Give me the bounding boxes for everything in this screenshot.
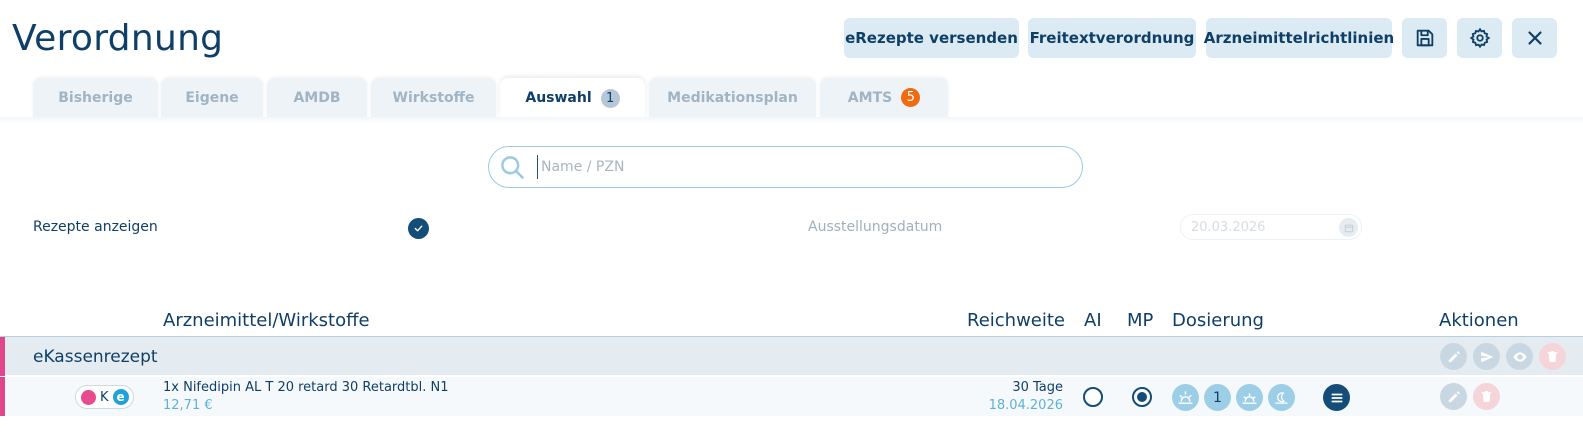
tab-medikationsplan[interactable]: Medikationsplan <box>649 78 816 117</box>
tab-amdb[interactable]: AMDB <box>267 78 367 117</box>
dosage-noon-value: 1 <box>1213 389 1222 406</box>
show-prescriptions-checkbox[interactable] <box>408 218 429 239</box>
dosage-noon-button[interactable]: 1 <box>1204 384 1231 411</box>
column-header-mp: MP <box>1127 310 1154 331</box>
column-header-ai: AI <box>1084 310 1102 331</box>
settings-button[interactable] <box>1457 18 1502 58</box>
dosage-morning-button[interactable] <box>1172 384 1199 411</box>
reach-date: 18.04.2026 <box>988 398 1063 413</box>
row-accent-stripe <box>0 377 5 416</box>
tab-wirkstoffe[interactable]: Wirkstoffe <box>371 78 496 117</box>
trash-icon <box>1481 391 1492 402</box>
search-icon <box>501 156 524 179</box>
group-header-row[interactable]: eKassenrezept <box>0 336 1583 376</box>
issue-date-field[interactable]: 20.03.2026 <box>1180 214 1362 240</box>
issue-date-value: 20.03.2026 <box>1191 219 1266 235</box>
tab-label: Medikationsplan <box>667 89 798 106</box>
warning-count-badge: 5 <box>901 88 921 107</box>
search-box[interactable] <box>488 146 1083 188</box>
close-button[interactable] <box>1512 18 1557 58</box>
group-preview-button[interactable] <box>1506 343 1533 370</box>
richtlinien-button[interactable]: Arzneimittelrichtlinien <box>1204 18 1394 58</box>
save-icon <box>1416 29 1433 47</box>
ai-radio[interactable] <box>1083 387 1103 407</box>
save-button[interactable] <box>1402 18 1447 58</box>
moon-icon <box>1275 392 1288 404</box>
row-delete-button[interactable] <box>1473 383 1500 410</box>
tab-amts[interactable]: AMTS 5 <box>820 78 948 117</box>
group-edit-button[interactable] <box>1440 343 1467 370</box>
tab-label: Wirkstoffe <box>392 89 475 106</box>
table-row[interactable]: K e 1x Nifedipin AL T 20 retard 30 Retar… <box>0 377 1583 416</box>
column-header-actions: Aktionen <box>1439 310 1519 331</box>
column-header-reach: Reichweite <box>967 310 1066 331</box>
tab-label: AMDB <box>293 89 341 106</box>
sunrise-icon <box>1178 391 1193 404</box>
eye-icon <box>1512 351 1527 362</box>
column-header-drug: Arzneimittel/Wirkstoffe <box>163 310 370 331</box>
tab-label: Bisherige <box>58 89 133 106</box>
reach-days: 30 Tage <box>1012 380 1063 395</box>
column-header-dosage: Dosierung <box>1172 310 1264 331</box>
close-icon <box>1527 31 1542 45</box>
show-prescriptions-label: Rezepte anzeigen <box>33 219 158 235</box>
row-edit-button[interactable] <box>1440 383 1467 410</box>
pencil-icon <box>1448 350 1460 362</box>
trash-icon <box>1547 351 1558 362</box>
send-icon <box>1480 351 1493 362</box>
pencil-icon <box>1448 390 1460 402</box>
send-erezepte-button[interactable]: eRezepte versenden <box>844 18 1019 58</box>
group-title: eKassenrezept <box>33 347 158 367</box>
drug-price: 12,71 € <box>163 398 213 413</box>
checkmark-icon <box>414 225 423 232</box>
dosage-evening-button[interactable] <box>1236 384 1263 411</box>
count-badge: 1 <box>600 88 620 108</box>
badge-letter: K <box>100 389 109 405</box>
tab-label: Eigene <box>185 89 239 106</box>
e-prescription-icon: e <box>112 389 129 405</box>
search-input[interactable] <box>537 155 1057 179</box>
issue-date-label: Ausstellungsdatum <box>808 219 943 235</box>
calendar-icon[interactable] <box>1339 218 1358 237</box>
tab-eigene[interactable]: Eigene <box>161 78 263 117</box>
tab-content-divider <box>0 117 1583 123</box>
tab-label: Auswahl <box>525 90 592 106</box>
group-delete-button[interactable] <box>1539 343 1566 370</box>
pink-dot-icon <box>81 389 96 405</box>
tab-auswahl[interactable]: Auswahl 1 <box>500 78 645 118</box>
sunset-icon <box>1242 393 1257 404</box>
group-send-button[interactable] <box>1473 343 1500 370</box>
gear-icon <box>1469 27 1490 49</box>
dosage-menu-button[interactable] <box>1323 384 1350 411</box>
tab-bisherige[interactable]: Bisherige <box>33 78 158 117</box>
tab-label: AMTS <box>847 89 893 106</box>
hamburger-menu-icon <box>1330 393 1343 402</box>
drug-name: 1x Nifedipin AL T 20 retard 30 Retardtbl… <box>163 380 449 395</box>
page-title: Verordnung <box>12 18 224 59</box>
group-accent-stripe <box>0 337 5 376</box>
freitext-button[interactable]: Freitextverordnung <box>1028 18 1196 58</box>
prescription-type-badge: K e <box>75 385 134 409</box>
mp-radio[interactable] <box>1132 387 1152 407</box>
dosage-night-button[interactable] <box>1268 384 1295 411</box>
